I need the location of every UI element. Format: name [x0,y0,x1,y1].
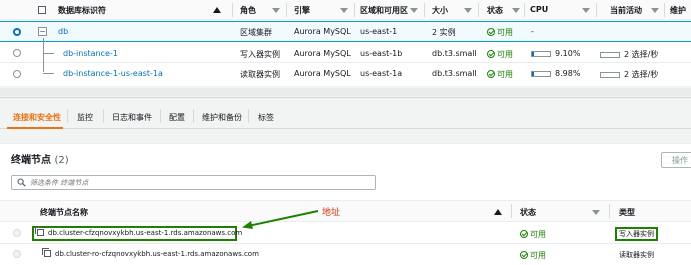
endpoint-type: 读取器实例 [619,251,654,259]
db-identifier-link[interactable]: db-instance-1 [63,49,118,58]
col-header-region[interactable]: 区域和可用区 [360,5,408,16]
sort-icon[interactable] [464,8,472,13]
endpoint-name[interactable]: db.cluster-ro-cfzqnovxykbh.us-east-1.rds… [42,248,259,258]
size-value: 2 实例 [432,28,456,37]
annotation-arrow [242,210,319,229]
tree-line [43,53,54,54]
filter-search[interactable] [11,175,376,190]
col-header-engine[interactable]: 引擎 [294,5,310,16]
role-value: 区域集群 [240,28,272,37]
actions-button[interactable]: 操作 [661,152,691,168]
endpoint-name[interactable]: db.cluster-cfzqnovxykbh.us-east-1.rds.am… [35,227,242,237]
collapse-icon[interactable]: − [38,27,47,36]
cpu-value: 9.10% [555,49,581,58]
sort-asc-icon[interactable] [494,209,502,215]
db-identifier-link[interactable]: db [58,27,68,36]
row-radio[interactable] [13,250,21,258]
endpoints-title: 终端节点 (2) [11,155,69,166]
row-radio[interactable] [13,49,21,57]
check-circle-icon [520,251,528,259]
role-value: 读取器实例 [240,70,280,79]
sort-icon[interactable] [582,8,590,13]
check-circle-icon [487,28,495,36]
check-circle-icon [520,230,528,238]
engine-value: Aurora MySQL [294,27,351,36]
status-badge: 可用 [520,250,546,261]
engine-value: Aurora MySQL [294,69,351,78]
col-header-identifier[interactable]: 数据库标识符 [58,5,106,16]
col-header-cpu[interactable]: CPU [530,5,548,14]
annotation-label: 地址 [322,208,341,218]
col-header-endpoint-type[interactable]: 类型 [619,207,635,218]
endpoint-type: 写入器实例 [615,227,658,241]
activity-value: 2 选择/秒 [624,70,659,79]
cpu-bar [531,71,551,77]
check-circle-icon [487,70,495,78]
copy-icon[interactable] [35,227,44,236]
region-value: us-east-1b [360,49,403,58]
row-radio[interactable] [13,229,21,237]
activity-bar [600,72,620,78]
copy-icon[interactable] [42,248,51,257]
size-value: db.t3.small [432,69,477,78]
check-circle-icon [487,50,495,58]
col-header-endpoint-name[interactable]: 终端节点名称 [40,207,88,218]
filter-input[interactable] [30,177,360,188]
status-badge: 可用 [520,229,546,240]
divider [0,97,691,98]
tab-maintenance-backups[interactable]: 维护和备份 [202,112,242,123]
col-header-maintenance[interactable]: 维护 [670,5,686,16]
region-value: us-east-1 [360,27,398,36]
col-header-status[interactable]: 状态 [487,5,503,16]
activity-bar [600,52,620,58]
status-badge: 可用 [487,27,513,38]
db-table: 数据库标识符 角色 引擎 区域和可用区 大小 状态 CPU 当前活动 维护 − … [0,0,691,86]
tab-connectivity-security[interactable]: 连接和安全性 [13,112,61,123]
sort-icon[interactable] [272,8,280,13]
status-badge: 可用 [487,49,513,60]
tab-logs-events[interactable]: 日志和事件 [112,112,152,123]
sort-icon[interactable] [340,8,348,13]
engine-value: Aurora MySQL [294,49,351,58]
status-badge: 可用 [487,69,513,80]
row-radio[interactable] [13,28,21,36]
col-header-endpoint-status[interactable]: 状态 [520,207,536,218]
search-icon [17,178,26,187]
active-tab-indicator [7,127,63,129]
size-value: db.t3.small [432,49,477,58]
sort-icon[interactable] [592,210,600,215]
sort-icon[interactable] [651,8,659,13]
db-identifier-link[interactable]: db-instance-1-us-east-1a [63,69,163,78]
tab-configuration[interactable]: 配置 [169,112,185,123]
sort-icon[interactable] [512,8,520,13]
cpu-value: - [531,27,534,36]
col-header-size[interactable]: 大小 [432,5,448,16]
activity-cell: 2 选择/秒 [600,69,658,80]
col-header-activity[interactable]: 当前活动 [610,5,642,16]
horizontal-scrollbar[interactable] [0,88,691,96]
cpu-cell: 8.98% [531,69,580,78]
activity-cell: 2 选择/秒 [600,49,658,60]
select-all-checkbox[interactable] [38,6,46,14]
sort-icon[interactable] [410,8,418,13]
endpoints-table-header [0,200,691,222]
tab-monitoring[interactable]: 监控 [77,112,93,123]
col-header-role[interactable]: 角色 [240,5,256,16]
sort-asc-icon[interactable] [213,7,221,13]
cpu-bar [531,51,551,57]
activity-value: 2 选择/秒 [624,50,659,59]
tab-tags[interactable]: 标签 [258,112,274,123]
region-value: us-east-1a [360,69,403,78]
role-value: 写入器实例 [240,50,280,59]
row-radio[interactable] [13,70,21,78]
tree-line [43,73,54,74]
cpu-value: 8.98% [555,69,581,78]
cpu-cell: 9.10% [531,49,580,58]
